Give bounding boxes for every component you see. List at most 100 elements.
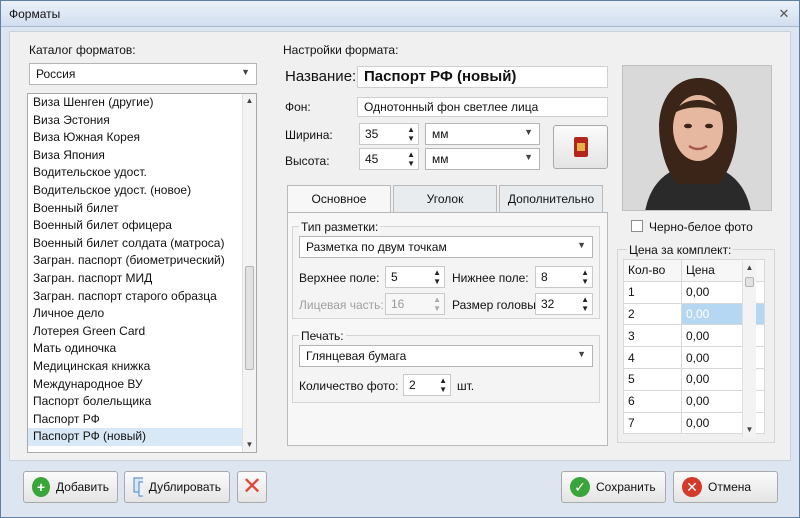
spin-arrows-icon[interactable]: ▲ ▼ [407,125,415,143]
width-unit-value: мм [432,127,449,141]
markup-label: Тип разметки: [299,220,381,234]
price-scrollbar[interactable]: ▲ ▼ [742,261,756,437]
qty-cell: 7 [623,411,682,435]
formats-list[interactable]: Виза Шенген (другие) Виза Эстония Виза Южн… [27,93,257,453]
spin-arrows-icon[interactable]: ▲ ▼ [407,150,415,168]
name-input[interactable]: Паспорт РФ (новый) [357,66,608,88]
list-item[interactable]: Водительское удост. [28,164,256,182]
list-item[interactable]: Загран. паспорт (биометрический) [28,252,256,270]
formats-window: Форматы ✕ Каталог форматов: Россия ▼ Виз… [0,0,800,518]
height-label: Высота: [285,154,330,168]
save-button-label: Сохранить [596,480,656,494]
height-unit-select[interactable]: мм ▼ [425,148,540,170]
list-item[interactable]: Виза Южная Корея [28,129,256,147]
list-item[interactable]: Паспорт РФ (новый) [28,428,256,446]
qty-cell: 6 [623,389,682,413]
bw-photo-checkbox[interactable] [631,220,643,232]
head-size-spinner[interactable]: 32 ▲ ▼ [535,293,593,315]
window-title: Форматы [9,7,61,21]
qty-cell: 1 [623,280,682,304]
cancel-button[interactable]: ✕ Отмена [673,471,778,503]
paper-select[interactable]: Глянцевая бумага ▼ [299,345,593,367]
chevron-down-icon: ▼ [241,67,250,77]
spin-arrows-icon[interactable]: ▲ ▼ [433,268,441,286]
width-label: Ширина: [285,128,333,142]
price-label: Цена за комплект: [627,243,734,257]
tab-corner[interactable]: Уголок [393,185,497,213]
title-bar: Форматы ✕ [1,1,799,27]
duplicate-button-label: Дублировать [148,480,221,494]
list-item[interactable]: Паспорт болельщика [28,393,256,411]
photo-count-spinner[interactable]: 2 ▲ ▼ [403,374,451,396]
spin-arrows-icon[interactable]: ▲ ▼ [439,376,447,394]
head-size-value: 32 [541,297,555,311]
bottom-margin-spinner[interactable]: 8 ▲ ▼ [535,266,593,288]
list-item[interactable]: Военный билет солдата (матроса) [28,235,256,253]
height-spinner[interactable]: 45 ▲ ▼ [359,148,419,170]
top-margin-label: Верхнее поле: [299,271,380,285]
scroll-down-icon[interactable]: ▼ [243,438,256,452]
scroll-thumb[interactable] [245,266,254,370]
list-item[interactable]: Международное ВУ [28,376,256,394]
scroll-down-icon[interactable]: ▼ [743,423,756,437]
bw-photo-label: Черно-белое фото [649,220,753,234]
catalog-label: Каталог форматов: [29,43,136,57]
paper-value: Глянцевая бумага [306,349,407,363]
width-unit-select[interactable]: мм ▼ [425,123,540,145]
background-input[interactable]: Однотонный фон светлее лица [357,97,608,117]
height-value: 45 [365,152,379,166]
cancel-icon: ✕ [682,477,702,497]
tab-main[interactable]: Основное [287,185,391,214]
list-item[interactable]: Лотерея Green Card [28,323,256,341]
list-item[interactable]: Загран. паспорт МИД [28,270,256,288]
add-button[interactable]: + Добавить [23,471,118,503]
checkmark-icon: ✓ [570,477,590,497]
list-item[interactable]: Военный билет офицера [28,217,256,235]
list-item[interactable]: Мать одиночка [28,340,256,358]
list-item[interactable]: Медицинская книжка [28,358,256,376]
qty-cell: 5 [623,367,682,391]
duplicate-button[interactable]: Дублировать [124,471,230,503]
list-item[interactable]: Военный билет [28,200,256,218]
portrait-image [623,66,771,210]
scroll-thumb[interactable] [745,277,754,287]
list-item[interactable]: Паспорт РФ [28,411,256,429]
country-select[interactable]: Россия ▼ [29,63,257,85]
chevron-down-icon: ▼ [524,152,533,162]
bottom-margin-label: Нижнее поле: [452,271,529,285]
list-item[interactable]: Водительское удост. (новое) [28,182,256,200]
scroll-up-icon[interactable]: ▲ [743,261,756,275]
height-unit-value: мм [432,152,449,166]
scroll-up-icon[interactable]: ▲ [243,94,256,108]
save-button[interactable]: ✓ Сохранить [561,471,666,503]
plus-icon: + [32,477,50,497]
list-item[interactable]: Виза Шенген (другие) [28,94,256,112]
head-size-label: Размер головы: [452,298,540,312]
chevron-down-icon: ▼ [577,349,586,359]
list-item[interactable]: Виза Эстония [28,112,256,130]
list-item[interactable]: Виза Япония [28,147,256,165]
list-item[interactable]: Личное дело [28,305,256,323]
delete-button[interactable]: ✕ [237,471,267,503]
close-icon[interactable]: ✕ [775,5,793,23]
spin-arrows-icon[interactable]: ▲ ▼ [581,295,589,313]
chevron-down-icon: ▼ [524,127,533,137]
markup-select[interactable]: Разметка по двум точкам ▼ [299,236,593,258]
list-item[interactable]: Загран. паспорт старого образца [28,288,256,306]
swap-orientation-button[interactable] [553,125,608,169]
spin-arrows-icon: ▲ ▼ [433,295,441,313]
tab-advanced[interactable]: Дополнительно [499,185,603,213]
spin-arrows-icon[interactable]: ▲ ▼ [581,268,589,286]
top-margin-spinner[interactable]: 5 ▲ ▼ [385,266,445,288]
face-label: Лицевая часть: [299,298,384,312]
print-label: Печать: [299,329,346,343]
list-scrollbar[interactable]: ▲ ▼ [242,94,256,452]
chevron-down-icon: ▼ [577,240,586,250]
copy-icon [133,477,143,497]
width-spinner[interactable]: 35 ▲ ▼ [359,123,419,145]
photo-count-unit: шт. [457,379,475,393]
col-qty-header: Кол-во [623,259,682,282]
top-margin-value: 5 [391,270,398,284]
qty-cell: 4 [623,346,682,369]
qty-cell: 3 [623,324,682,348]
